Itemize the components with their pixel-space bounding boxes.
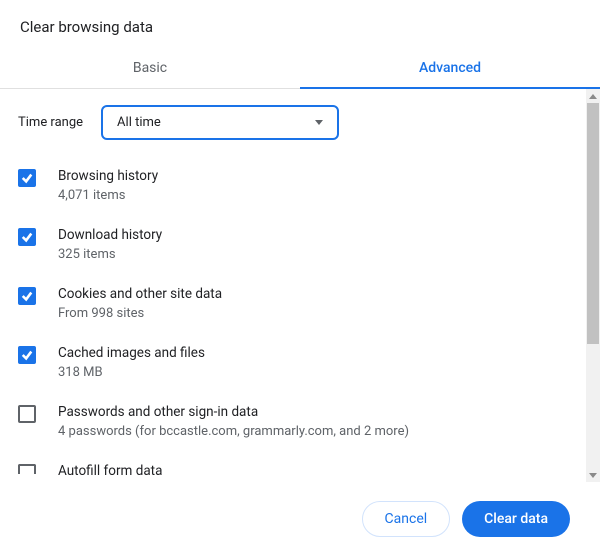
check-icon: [21, 290, 33, 302]
option-cookies[interactable]: Cookies and other site data From 998 sit…: [18, 286, 566, 321]
option-label: Browsing history: [58, 168, 158, 184]
checkbox-cached[interactable]: [18, 346, 36, 364]
option-text: Browsing history 4,071 items: [58, 168, 158, 203]
time-range-label: Time range: [18, 115, 83, 130]
check-icon: [21, 231, 33, 243]
option-sub: From 998 sites: [58, 306, 222, 321]
option-sub: 4 passwords (for bccastle.com, grammarly…: [58, 424, 409, 439]
check-icon: [21, 172, 33, 184]
checkbox-download-history[interactable]: [18, 228, 36, 246]
clear-browsing-data-dialog: Clear browsing data Basic Advanced Time …: [0, 0, 600, 557]
option-label: Passwords and other sign-in data: [58, 404, 409, 420]
option-text: Cookies and other site data From 998 sit…: [58, 286, 222, 321]
option-text: Cached images and files 318 MB: [58, 345, 205, 380]
option-text: Download history 325 items: [58, 227, 162, 262]
option-sub: 4,071 items: [58, 188, 158, 203]
checkbox-browsing-history[interactable]: [18, 169, 36, 187]
checkbox-cookies[interactable]: [18, 287, 36, 305]
content: Time range All time Browsing history 4,0…: [0, 89, 586, 482]
clear-data-button[interactable]: Clear data: [462, 501, 570, 537]
tab-label: Advanced: [419, 60, 481, 76]
time-range-select[interactable]: All time: [101, 105, 339, 140]
dialog-footer: Cancel Clear data: [0, 482, 600, 557]
option-sub: 318 MB: [58, 365, 205, 380]
option-label: Download history: [58, 227, 162, 243]
tab-basic[interactable]: Basic: [0, 50, 300, 88]
option-text: Autofill form data: [58, 463, 162, 481]
chevron-down-icon: [315, 120, 323, 125]
option-label: Cached images and files: [58, 345, 205, 361]
check-icon: [21, 349, 33, 361]
scroll-track[interactable]: [586, 103, 600, 468]
scroll-thumb[interactable]: [587, 103, 599, 344]
time-range-value: All time: [117, 115, 161, 130]
checkbox-passwords[interactable]: [18, 405, 36, 423]
option-download-history[interactable]: Download history 325 items: [18, 227, 566, 262]
dialog-title: Clear browsing data: [0, 0, 600, 50]
tab-label: Basic: [133, 60, 167, 76]
tabs: Basic Advanced: [0, 50, 600, 89]
option-cached[interactable]: Cached images and files 318 MB: [18, 345, 566, 380]
option-passwords[interactable]: Passwords and other sign-in data 4 passw…: [18, 404, 566, 439]
option-text: Passwords and other sign-in data 4 passw…: [58, 404, 409, 439]
option-autofill[interactable]: Autofill form data: [18, 463, 566, 481]
time-range-row: Time range All time: [18, 105, 566, 140]
option-sub: 325 items: [58, 247, 162, 262]
scroll-up-icon[interactable]: [586, 89, 600, 103]
scroll-area: Time range All time Browsing history 4,0…: [0, 89, 600, 482]
cancel-button[interactable]: Cancel: [362, 501, 451, 537]
tab-advanced[interactable]: Advanced: [300, 50, 600, 88]
option-browsing-history[interactable]: Browsing history 4,071 items: [18, 168, 566, 203]
option-label: Autofill form data: [58, 463, 162, 479]
checkbox-autofill[interactable]: [18, 464, 36, 474]
scrollbar[interactable]: [586, 89, 600, 482]
scroll-down-icon[interactable]: [586, 468, 600, 482]
option-label: Cookies and other site data: [58, 286, 222, 302]
